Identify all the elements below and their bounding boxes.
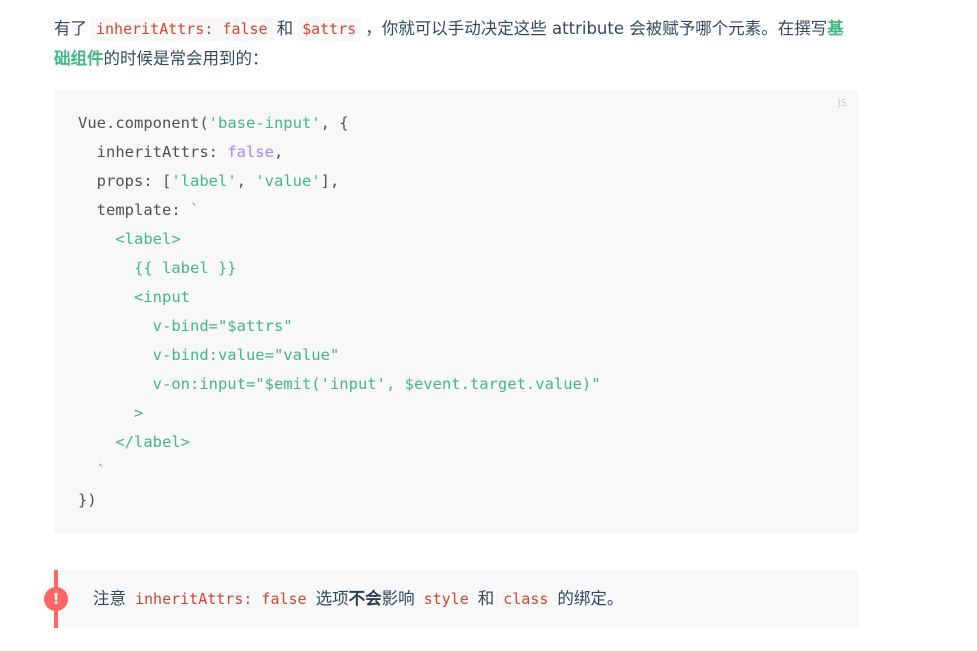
code-token: Vue.component( <box>78 114 209 132</box>
code-token: inheritAttrs: <box>78 143 228 161</box>
code-line: inheritAttrs: false, <box>78 143 284 161</box>
code-token: }) <box>78 491 97 509</box>
intro-text-3: ，你就可以手动决定这些 attribute 会被赋予哪个元素。在撰写 <box>365 19 828 38</box>
warning-tip: ! 注意 inheritAttrs: false 选项不会影响 style 和 class… <box>44 570 859 628</box>
code-line: }) <box>78 491 97 509</box>
code-token: 'label' <box>171 172 237 190</box>
tip-inline-code-inherit-attrs: inheritAttrs: false <box>130 587 312 611</box>
code-token: 'base-input' <box>208 114 321 132</box>
tip-inline-code-class: class <box>498 587 554 611</box>
code-token: ` <box>78 462 106 480</box>
code-line: <label> <box>78 230 181 248</box>
tip-text-2: 选项 <box>315 589 349 608</box>
code-line: {{ label }} <box>78 259 237 277</box>
code-line: <input <box>78 288 190 306</box>
code-token: , { <box>320 114 349 132</box>
code-token: <label> <box>78 230 181 248</box>
code-token: </label> <box>78 433 190 451</box>
tip-text-1: 注意 <box>93 589 126 608</box>
tip-inline-code-style: style <box>418 587 474 611</box>
code-line: ` <box>78 462 106 480</box>
code-token: template: <box>78 201 190 219</box>
code-line: Vue.component('base-input', { <box>78 114 349 132</box>
code-token: > <box>78 404 144 422</box>
code-line: v-on:input="$emit('input', $event.target… <box>78 375 601 393</box>
code-line: v-bind:value="value" <box>78 346 340 364</box>
tip-text-3: 影响 <box>381 589 415 608</box>
code-token: <input <box>78 288 190 306</box>
code-token: v-bind="$attrs" <box>78 317 293 335</box>
code-token: {{ label }} <box>78 259 237 277</box>
code-token: , <box>236 172 256 190</box>
code-block: JS Vue.component('base-input', { inherit… <box>54 90 859 533</box>
code-token: ], <box>320 172 340 190</box>
intro-text-2: 和 <box>276 19 294 38</box>
code-line: v-bind="$attrs" <box>78 317 293 335</box>
inline-code-inherit-attrs: inheritAttrs: false <box>91 17 273 41</box>
doc-content: 有了 inheritAttrs: false 和 $attrs ，你就可以手动决定这些 … <box>44 0 859 628</box>
code-token: props: [ <box>78 172 172 190</box>
code-listing[interactable]: Vue.component('base-input', { inheritAtt… <box>78 109 601 515</box>
tip-text: 注意 inheritAttrs: false 选项不会影响 style 和 class 的绑… <box>93 584 623 614</box>
tip-text-4: 和 <box>477 589 495 608</box>
intro-text-4: 的时候是常会用到的： <box>103 49 269 68</box>
code-line: template: ` <box>78 201 200 219</box>
code-line: </label> <box>78 433 190 451</box>
code-token: 'value' <box>255 172 321 190</box>
inline-code-attrs: $attrs <box>297 17 362 41</box>
code-token: , <box>273 143 284 161</box>
code-token: v-on:input="$emit('input', $event.target… <box>78 375 601 393</box>
code-language-label: JS <box>837 98 847 109</box>
code-line: props: ['label', 'value'], <box>78 172 340 190</box>
intro-paragraph: 有了 inheritAttrs: false 和 $attrs ，你就可以手动决定这些 … <box>54 14 859 73</box>
code-token: ` <box>189 201 200 219</box>
code-token: v-bind:value="value" <box>78 346 340 364</box>
code-token: false <box>227 143 274 161</box>
code-line: > <box>78 404 143 422</box>
exclamation-icon: ! <box>44 587 68 611</box>
tip-text-5: 的绑定。 <box>557 589 624 608</box>
tip-bold-text: 不会 <box>348 589 382 608</box>
intro-text-1: 有了 <box>54 19 87 38</box>
